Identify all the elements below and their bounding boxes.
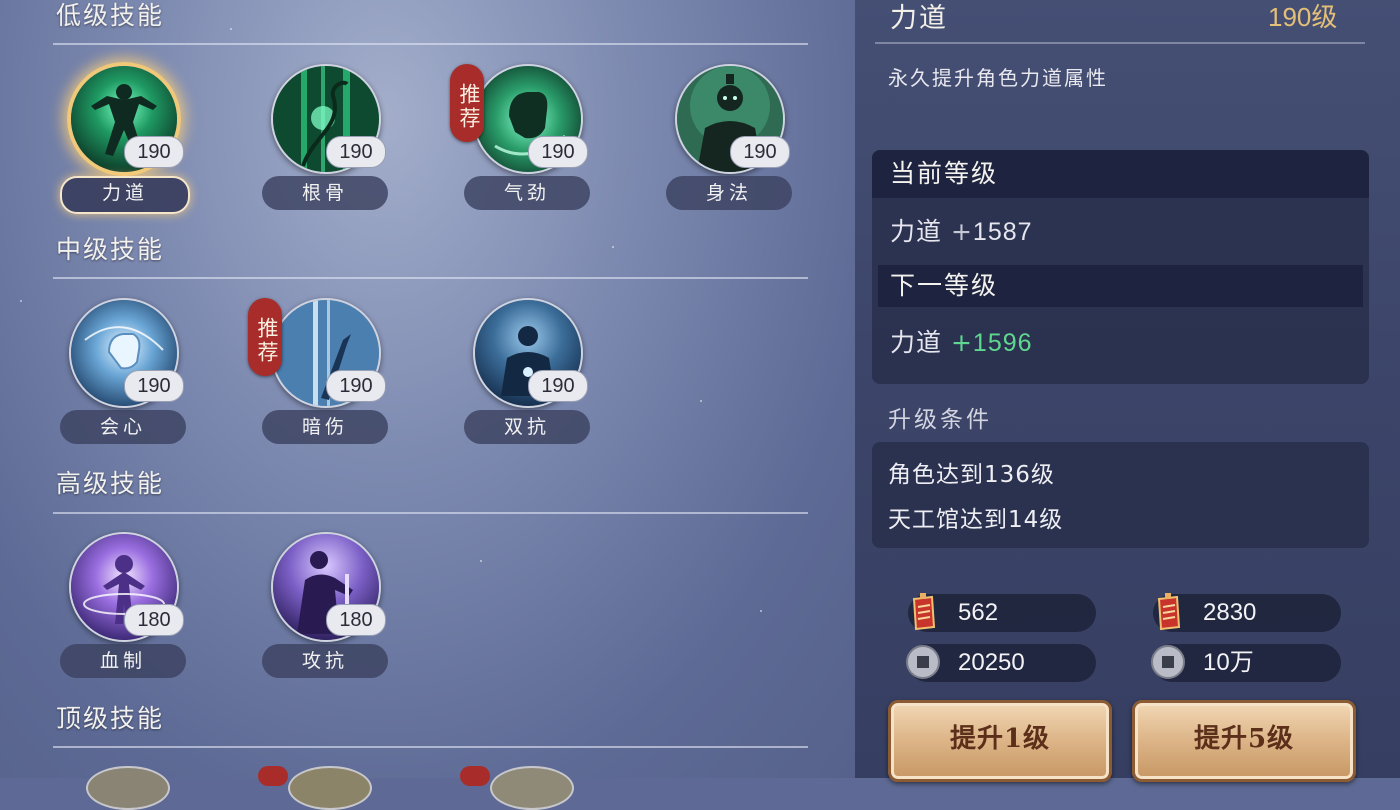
skill-name: 气劲 bbox=[464, 176, 590, 210]
skill-name: 血制 bbox=[60, 644, 186, 678]
cost-value: 20250 bbox=[958, 649, 1025, 676]
skill-attack-resist[interactable]: 180 攻抗 bbox=[256, 532, 396, 692]
skill-name: 暗伤 bbox=[262, 410, 388, 444]
recommend-badge: 推荐 bbox=[248, 298, 282, 376]
skill-name: 身法 bbox=[666, 176, 792, 210]
stat-plus: + bbox=[950, 328, 973, 357]
skill-name: 根骨 bbox=[262, 176, 388, 210]
top-skill-partial-icon[interactable] bbox=[490, 766, 574, 810]
recommend-badge-partial bbox=[258, 766, 288, 786]
cost-value: 562 bbox=[958, 599, 999, 626]
skill-agility[interactable]: 190 身法 bbox=[660, 64, 800, 224]
divider bbox=[53, 277, 808, 279]
top-skill-partial-icon[interactable] bbox=[86, 766, 170, 810]
cost-token-one: 562 bbox=[908, 593, 1096, 632]
section-title-high: 高级技能 bbox=[56, 469, 165, 498]
skill-name: 力道 bbox=[60, 176, 190, 214]
skill-level: 190 bbox=[326, 370, 386, 402]
current-level-title: 当前等级 bbox=[890, 159, 999, 188]
cost-value: 2830 bbox=[1203, 599, 1257, 626]
copper-coin-icon bbox=[1151, 645, 1185, 679]
skill-level: 190 bbox=[124, 370, 184, 402]
red-token-icon bbox=[912, 593, 936, 631]
stat-value: 1587 bbox=[972, 218, 1033, 246]
skill-level: 180 bbox=[124, 604, 184, 636]
recommend-badge: 推荐 bbox=[450, 64, 484, 142]
skill-level: 190 bbox=[730, 136, 790, 168]
detail-title: 力道 bbox=[890, 3, 948, 34]
detail-description: 永久提升角色力道属性 bbox=[888, 66, 1108, 90]
detail-divider bbox=[875, 42, 1365, 44]
upgrade-five-button[interactable]: 提升5级 bbox=[1132, 700, 1356, 782]
red-token-icon bbox=[1157, 593, 1181, 631]
skill-level: 180 bbox=[326, 604, 386, 636]
stat-attr: 力道 bbox=[890, 328, 943, 357]
cost-coin-five: 10万 bbox=[1151, 644, 1341, 682]
next-level-stat: 力道 +1596 bbox=[890, 323, 1033, 359]
divider bbox=[53, 746, 808, 748]
condition-item: 天工馆达到14级 bbox=[888, 507, 1064, 533]
cost-value: 10万 bbox=[1203, 649, 1254, 676]
section-title-top: 顶级技能 bbox=[56, 704, 165, 733]
skill-level: 190 bbox=[528, 136, 588, 168]
skill-name: 攻抗 bbox=[262, 644, 388, 678]
skill-blood-control[interactable]: 180 血制 bbox=[54, 532, 194, 692]
copper-coin-icon bbox=[906, 645, 940, 679]
skill-dual-resist[interactable]: 190 双抗 bbox=[458, 298, 598, 458]
stat-attr: 力道 bbox=[890, 217, 943, 246]
divider bbox=[53, 43, 808, 45]
section-title-mid: 中级技能 bbox=[56, 235, 165, 264]
stat-plus: + bbox=[950, 217, 973, 246]
skill-strength[interactable]: 190 力道 bbox=[54, 62, 194, 224]
next-level-title: 下一等级 bbox=[890, 271, 999, 300]
skill-name: 双抗 bbox=[464, 410, 590, 444]
divider bbox=[53, 512, 808, 514]
recommend-badge-partial bbox=[460, 766, 490, 786]
current-level-stat: 力道 +1587 bbox=[890, 212, 1033, 248]
cost-coin-one: 20250 bbox=[906, 644, 1096, 682]
top-skill-partial-icon[interactable] bbox=[288, 766, 372, 810]
section-title-low: 低级技能 bbox=[56, 1, 165, 30]
upgrade-one-button[interactable]: 提升1级 bbox=[888, 700, 1112, 782]
skill-level: 190 bbox=[124, 136, 184, 168]
skill-critical[interactable]: 190 会心 bbox=[54, 298, 194, 458]
skill-qi-force[interactable]: 推荐 190 气劲 bbox=[450, 64, 598, 224]
skill-hidden-damage[interactable]: 推荐 190 暗伤 bbox=[248, 298, 396, 458]
conditions-title: 升级条件 bbox=[888, 407, 992, 433]
condition-item: 角色达到136级 bbox=[888, 462, 1055, 488]
detail-level: 190级 bbox=[1268, 2, 1338, 32]
skill-level: 190 bbox=[326, 136, 386, 168]
skill-level: 190 bbox=[528, 370, 588, 402]
stat-value: 1596 bbox=[972, 329, 1033, 357]
skill-name: 会心 bbox=[60, 410, 186, 444]
cost-token-five: 2830 bbox=[1153, 593, 1341, 632]
skill-constitution[interactable]: 190 根骨 bbox=[256, 64, 396, 224]
